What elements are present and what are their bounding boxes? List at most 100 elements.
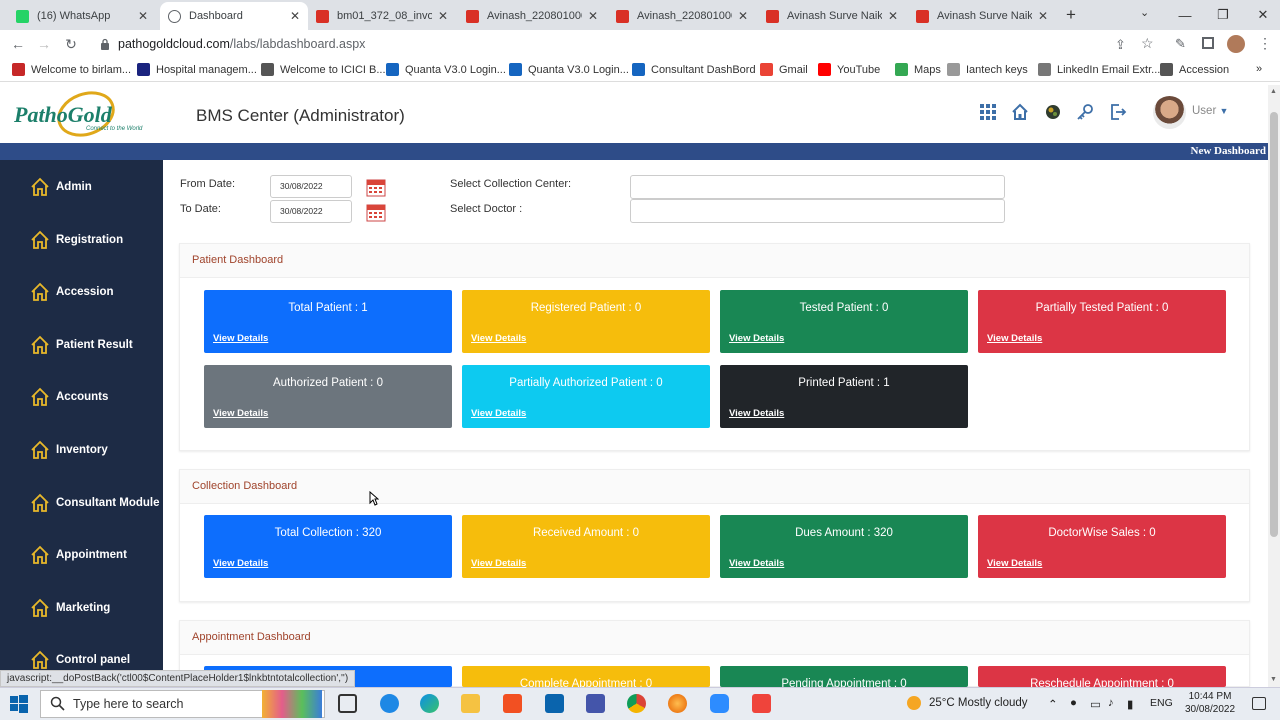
sidebar-item-appointment[interactable]: Appointment: [30, 545, 127, 565]
new-tab-button[interactable]: +: [1066, 5, 1076, 25]
tab-close-icon[interactable]: ✕: [1038, 9, 1048, 23]
sidebar-item-consultant-module[interactable]: Consultant Module: [30, 493, 160, 513]
anydesk-icon[interactable]: [752, 694, 771, 713]
logout-icon[interactable]: [1109, 103, 1129, 123]
view-details-link[interactable]: View Details: [471, 408, 526, 419]
scrollbar-thumb[interactable]: [1270, 112, 1278, 537]
sidebar-item-admin[interactable]: Admin: [30, 177, 92, 197]
appointment-dashboard-card[interactable]: Reschedule Appointment : 0: [978, 666, 1226, 687]
bookmark-item[interactable]: Accession: [1160, 63, 1229, 76]
appointment-dashboard-card[interactable]: Complete Appointment : 0: [462, 666, 710, 687]
tab-6[interactable]: Avinash Surve Naik_2 ✕: [908, 2, 1056, 30]
patient-dashboard-card[interactable]: Printed Patient : 1 View Details: [720, 365, 968, 428]
chrome-icon[interactable]: [627, 694, 646, 713]
collection-dashboard-card[interactable]: Total Collection : 320 View Details: [204, 515, 452, 578]
tray-overflow-icon[interactable]: ⌃: [1048, 697, 1058, 711]
reload-button[interactable]: ↻: [61, 34, 81, 54]
forward-button[interactable]: →: [34, 34, 54, 54]
scroll-up-arrow-icon[interactable]: ▲: [1270, 88, 1277, 95]
bookmark-item[interactable]: Iantech keys: [947, 63, 1028, 76]
firefox-icon[interactable]: [668, 694, 687, 713]
edge-browser-icon[interactable]: [420, 694, 439, 713]
tab-5[interactable]: Avinash Surve Naik_2 ✕: [758, 2, 906, 30]
view-details-link[interactable]: View Details: [729, 333, 784, 344]
view-details-link[interactable]: View Details: [213, 408, 268, 419]
share-icon[interactable]: ⇪: [1115, 37, 1126, 53]
from-date-input[interactable]: 30/08/2022: [270, 175, 352, 198]
bookmark-item[interactable]: YouTube: [818, 63, 880, 76]
weather-status[interactable]: 25°C Mostly cloudy: [929, 697, 1028, 709]
tab-close-icon[interactable]: ✕: [290, 9, 300, 23]
bookmark-item[interactable]: Quanta V3.0 Login...: [509, 63, 629, 76]
tab-close-icon[interactable]: ✕: [138, 9, 148, 23]
tab-search-chevron-icon[interactable]: ⌄: [1140, 6, 1149, 19]
view-details-link[interactable]: View Details: [471, 558, 526, 569]
windows-start-icon[interactable]: [10, 695, 28, 713]
collection-dashboard-card[interactable]: Received Amount : 0 View Details: [462, 515, 710, 578]
file-explorer-icon[interactable]: [461, 694, 480, 713]
theme-globe-icon[interactable]: [1044, 103, 1064, 123]
patient-dashboard-card[interactable]: Total Patient : 1 View Details: [204, 290, 452, 353]
view-details-link[interactable]: View Details: [471, 333, 526, 344]
extensions-icon[interactable]: ✎: [1175, 36, 1186, 52]
scroll-down-arrow-icon[interactable]: ▼: [1270, 676, 1277, 683]
screen-sketch-icon[interactable]: [380, 694, 399, 713]
pathogold-logo[interactable]: PathoGold Connect to the World: [13, 90, 164, 140]
user-menu[interactable]: User ▼: [1192, 105, 1228, 117]
sidebar-item-marketing[interactable]: Marketing: [30, 598, 110, 618]
notifications-icon[interactable]: [1252, 697, 1266, 710]
view-details-link[interactable]: View Details: [213, 333, 268, 344]
patient-dashboard-card[interactable]: Tested Patient : 0 View Details: [720, 290, 968, 353]
taskbar-clock[interactable]: 10:44 PM 30/08/2022: [1175, 690, 1245, 716]
network-icon[interactable]: ▭: [1090, 697, 1101, 711]
bookmark-item[interactable]: Maps: [895, 63, 941, 76]
sidebar-item-control-panel[interactable]: Control panel: [30, 650, 130, 670]
close-window-button[interactable]: ✕: [1240, 0, 1280, 30]
battery-icon[interactable]: ▮: [1127, 697, 1133, 711]
tab-close-icon[interactable]: ✕: [888, 9, 898, 23]
to-date-calendar-icon[interactable]: [366, 202, 386, 222]
microphone-icon[interactable]: ●: [1070, 697, 1077, 709]
bookmark-item[interactable]: Welcome to ICICI B...: [261, 63, 386, 76]
user-avatar[interactable]: [1153, 96, 1186, 129]
collection-dashboard-card[interactable]: DoctorWise Sales : 0 View Details: [978, 515, 1226, 578]
bookmark-item[interactable]: LinkedIn Email Extr...: [1038, 63, 1160, 76]
collection-center-select[interactable]: [630, 175, 1005, 199]
bookmark-item[interactable]: Quanta V3.0 Login...: [386, 63, 506, 76]
bookmark-item[interactable]: Hospital managem...: [137, 63, 257, 76]
zoom-icon[interactable]: [710, 694, 729, 713]
profile-avatar[interactable]: [1227, 35, 1245, 53]
view-details-link[interactable]: View Details: [729, 558, 784, 569]
language-indicator[interactable]: ENG: [1150, 697, 1173, 709]
doctor-select[interactable]: [630, 199, 1005, 223]
tab-0[interactable]: (16) WhatsApp ✕: [8, 2, 156, 30]
patient-dashboard-card[interactable]: Registered Patient : 0 View Details: [462, 290, 710, 353]
new-dashboard-link[interactable]: New Dashboard: [1191, 143, 1266, 160]
to-date-input[interactable]: 30/08/2022: [270, 200, 352, 223]
bookmark-item[interactable]: Gmail: [760, 63, 808, 76]
sidebar-item-inventory[interactable]: Inventory: [30, 440, 108, 460]
apps-grid-icon[interactable]: [979, 103, 999, 123]
from-date-calendar-icon[interactable]: [366, 177, 386, 197]
view-details-link[interactable]: View Details: [987, 333, 1042, 344]
bookmark-item[interactable]: Welcome to birlam...: [12, 63, 131, 76]
address-bar[interactable]: pathogoldcloud.com/labs/labdashboard.asp…: [118, 33, 1138, 55]
view-details-link[interactable]: View Details: [987, 558, 1042, 569]
microsoft-store-icon[interactable]: [503, 694, 522, 713]
tab-close-icon[interactable]: ✕: [588, 9, 598, 23]
bookmarks-overflow-icon[interactable]: »: [1256, 63, 1262, 75]
tab-1[interactable]: Dashboard ✕: [160, 2, 308, 30]
outlook-icon[interactable]: [545, 694, 564, 713]
tab-3[interactable]: Avinash_2208010002 ✕: [458, 2, 606, 30]
task-view-icon[interactable]: [338, 694, 357, 713]
app-shortcut-icon[interactable]: [586, 694, 605, 713]
patient-dashboard-card[interactable]: Authorized Patient : 0 View Details: [204, 365, 452, 428]
view-details-link[interactable]: View Details: [213, 558, 268, 569]
volume-icon[interactable]: ♪: [1108, 697, 1114, 709]
tab-close-icon[interactable]: ✕: [438, 9, 448, 23]
key-icon[interactable]: [1076, 103, 1096, 123]
tab-2[interactable]: bm01_372_08_invoice ✕: [308, 2, 456, 30]
side-panel-icon[interactable]: [1202, 37, 1214, 49]
appointment-dashboard-card[interactable]: Pending Appointment : 0: [720, 666, 968, 687]
tab-4[interactable]: Avinash_2208010002 ✕: [608, 2, 756, 30]
